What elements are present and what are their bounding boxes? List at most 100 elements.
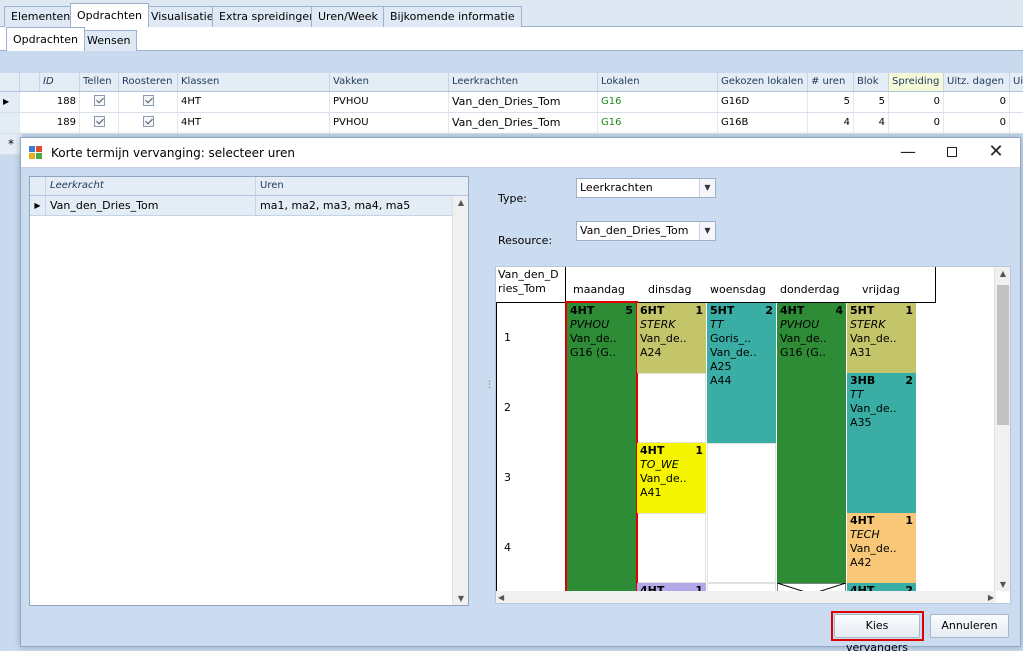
- chevron-down-icon[interactable]: ▼: [699, 179, 715, 197]
- lesson-subject: TT: [710, 318, 724, 331]
- lesson-teacher: Van_de..: [850, 332, 897, 345]
- empty-slot[interactable]: [637, 373, 706, 443]
- lesson-room-2: A44: [710, 374, 732, 387]
- close-button[interactable]: ✕: [985, 143, 1007, 163]
- col-header-roosteren[interactable]: Roosteren: [119, 73, 178, 91]
- lesson-room: A31: [850, 346, 872, 359]
- col-header-vakken[interactable]: Vakken: [330, 73, 449, 91]
- cell-tellen[interactable]: [80, 92, 119, 112]
- day-maandag: maandag: [573, 283, 625, 296]
- checkbox-icon[interactable]: [142, 116, 154, 127]
- checkbox-icon[interactable]: [93, 116, 105, 127]
- subtab-wensen[interactable]: Wensen: [80, 30, 138, 51]
- grid-header: ID Tellen Roosteren Klassen Vakken Leerk…: [0, 73, 1023, 92]
- cell-id: 189: [40, 113, 80, 133]
- cell-tellen[interactable]: [80, 113, 119, 133]
- lesson-block-dinsdag-3[interactable]: 4HT 1 TO_WE Van_de.. A41: [637, 443, 706, 513]
- checkbox-icon[interactable]: [142, 95, 154, 106]
- lesson-teacher: Goris_..: [710, 332, 752, 345]
- lesson-room: A41: [640, 486, 662, 499]
- left-scrollbar[interactable]: ▲ ▼: [452, 196, 468, 605]
- splitter-handle[interactable]: ⋮: [485, 381, 494, 390]
- tab-opdrachten[interactable]: Opdrachten: [70, 3, 149, 27]
- tab-extra-spreidingen[interactable]: Extra spreidingen: [212, 6, 324, 27]
- col-header-spreiding[interactable]: Spreiding: [889, 73, 944, 91]
- row-label-border: [496, 303, 497, 603]
- day-dinsdag: dinsdag: [648, 283, 692, 296]
- lesson-count: 4: [835, 304, 843, 317]
- app-window: Elementen Opdrachten Visualisatie Extra …: [0, 0, 1023, 651]
- lesson-teacher: Van_de..: [640, 472, 687, 485]
- dialog-title: Korte termijn vervanging: selecteer uren: [51, 146, 295, 160]
- cell-roosteren[interactable]: [119, 92, 178, 112]
- cell-uren: 4: [808, 113, 854, 133]
- col-header-blok[interactable]: Blok: [854, 73, 889, 91]
- empty-slot[interactable]: [707, 443, 776, 583]
- schedule-vertical-scrollbar[interactable]: ▲ ▼: [994, 267, 1010, 591]
- lesson-class: 5HT: [710, 304, 735, 317]
- lesson-block-vrijdag-2[interactable]: 3HB 2 TT Van_de.. A35: [847, 373, 916, 513]
- scroll-left-icon[interactable]: ◀: [498, 591, 504, 603]
- cell-leerkracht: Van_den_Dries_Tom: [48, 196, 256, 216]
- subtab-opdrachten[interactable]: Opdrachten: [6, 27, 85, 51]
- cell-spreiding: 0: [889, 92, 944, 112]
- grid-header-blank: [20, 73, 40, 91]
- cell-lokalen: G16: [598, 113, 718, 133]
- lesson-teacher-2: Van_de..: [710, 346, 757, 359]
- schedule-horizontal-scrollbar[interactable]: ◀ ▶: [496, 591, 996, 603]
- col-header-leerkracht[interactable]: Leerkracht: [48, 177, 256, 196]
- lesson-teacher: Van_de..: [850, 402, 897, 415]
- lesson-class: 5HT: [850, 304, 875, 317]
- lesson-block-donderdag[interactable]: 4HT 4 PVHOU Van_de.. G16 (G..: [777, 303, 846, 583]
- chevron-down-icon[interactable]: ▼: [699, 222, 715, 240]
- col-header-more[interactable]: Ui: [1010, 73, 1023, 91]
- col-header-gekozen-lokalen[interactable]: Gekozen lokalen: [718, 73, 808, 91]
- scroll-down-icon[interactable]: ▼: [453, 594, 469, 603]
- scroll-down-icon[interactable]: ▼: [995, 580, 1010, 589]
- lesson-block-woensdag-1[interactable]: 5HT 2 TT Goris_.. Van_de.. A25 A44: [707, 303, 776, 443]
- lesson-block-dinsdag-1[interactable]: 6HT 1 STERK Van_de.. A24: [637, 303, 706, 373]
- cell-uren: ma1, ma2, ma3, ma4, ma5: [260, 199, 411, 212]
- checkbox-icon[interactable]: [93, 95, 105, 106]
- maximize-button[interactable]: [941, 143, 963, 163]
- empty-slot[interactable]: [637, 513, 706, 583]
- minimize-icon: —: [900, 142, 916, 161]
- cell-roosteren[interactable]: [119, 113, 178, 133]
- scroll-thumb[interactable]: [997, 285, 1009, 425]
- col-header-id[interactable]: ID: [40, 73, 80, 91]
- table-row[interactable]: ▶ 188 4HT PVHOU Van_den_Dries_Tom G16 G1…: [0, 92, 1023, 113]
- teacher-row[interactable]: ▶ Van_den_Dries_Tom ma1, ma2, ma3, ma4, …: [30, 196, 468, 216]
- sub-tab-strip: Opdrachten Wensen: [0, 27, 1023, 51]
- row-indicator-icon: ▶: [30, 196, 46, 216]
- scroll-up-icon[interactable]: ▲: [995, 269, 1010, 278]
- replacement-dialog: Korte termijn vervanging: selecteer uren…: [20, 137, 1021, 651]
- col-header-uitz-dagen[interactable]: Uitz. dagen: [944, 73, 1010, 91]
- lesson-block-vrijdag-4[interactable]: 4HT 1 TECH Van_de.. A42: [847, 513, 916, 583]
- table-row[interactable]: 189 4HT PVHOU Van_den_Dries_Tom G16 G16B…: [0, 113, 1023, 134]
- tab-elementen[interactable]: Elementen: [4, 6, 78, 27]
- new-row-marker[interactable]: *: [0, 134, 22, 155]
- scroll-right-icon[interactable]: ▶: [988, 591, 994, 603]
- minimize-button[interactable]: —: [897, 143, 919, 163]
- main-tab-strip: Elementen Opdrachten Visualisatie Extra …: [0, 0, 1023, 27]
- resource-value: Van_den_Dries_Tom: [580, 224, 689, 237]
- lesson-block-vrijdag-1[interactable]: 5HT 1 STERK Van_de.. A31: [847, 303, 916, 373]
- col-header-uren[interactable]: Uren: [258, 177, 468, 196]
- tab-uren-week[interactable]: Uren/Week: [311, 6, 385, 27]
- col-header-klassen[interactable]: Klassen: [178, 73, 330, 91]
- lesson-class: 4HT: [780, 304, 805, 317]
- hour-label-4: 4: [504, 541, 511, 554]
- row-indicator-icon: ▶: [0, 92, 20, 112]
- tab-visualisatie[interactable]: Visualisatie: [144, 6, 221, 27]
- col-header-tellen[interactable]: Tellen: [80, 73, 119, 91]
- col-header-uren[interactable]: # uren: [808, 73, 854, 91]
- resource-select[interactable]: Van_den_Dries_Tom ▼: [576, 221, 716, 241]
- col-header-lokalen[interactable]: Lokalen: [598, 73, 718, 91]
- lesson-subject: STERK: [850, 318, 886, 331]
- col-header-leerkrachten[interactable]: Leerkrachten: [449, 73, 598, 91]
- tab-bijkomende-informatie[interactable]: Bijkomende informatie: [383, 6, 522, 27]
- cell-lokalen: G16: [598, 92, 718, 112]
- type-select[interactable]: Leerkrachten ▼: [576, 178, 716, 198]
- annuleren-button[interactable]: Annuleren: [930, 614, 1009, 638]
- scroll-up-icon[interactable]: ▲: [453, 198, 469, 207]
